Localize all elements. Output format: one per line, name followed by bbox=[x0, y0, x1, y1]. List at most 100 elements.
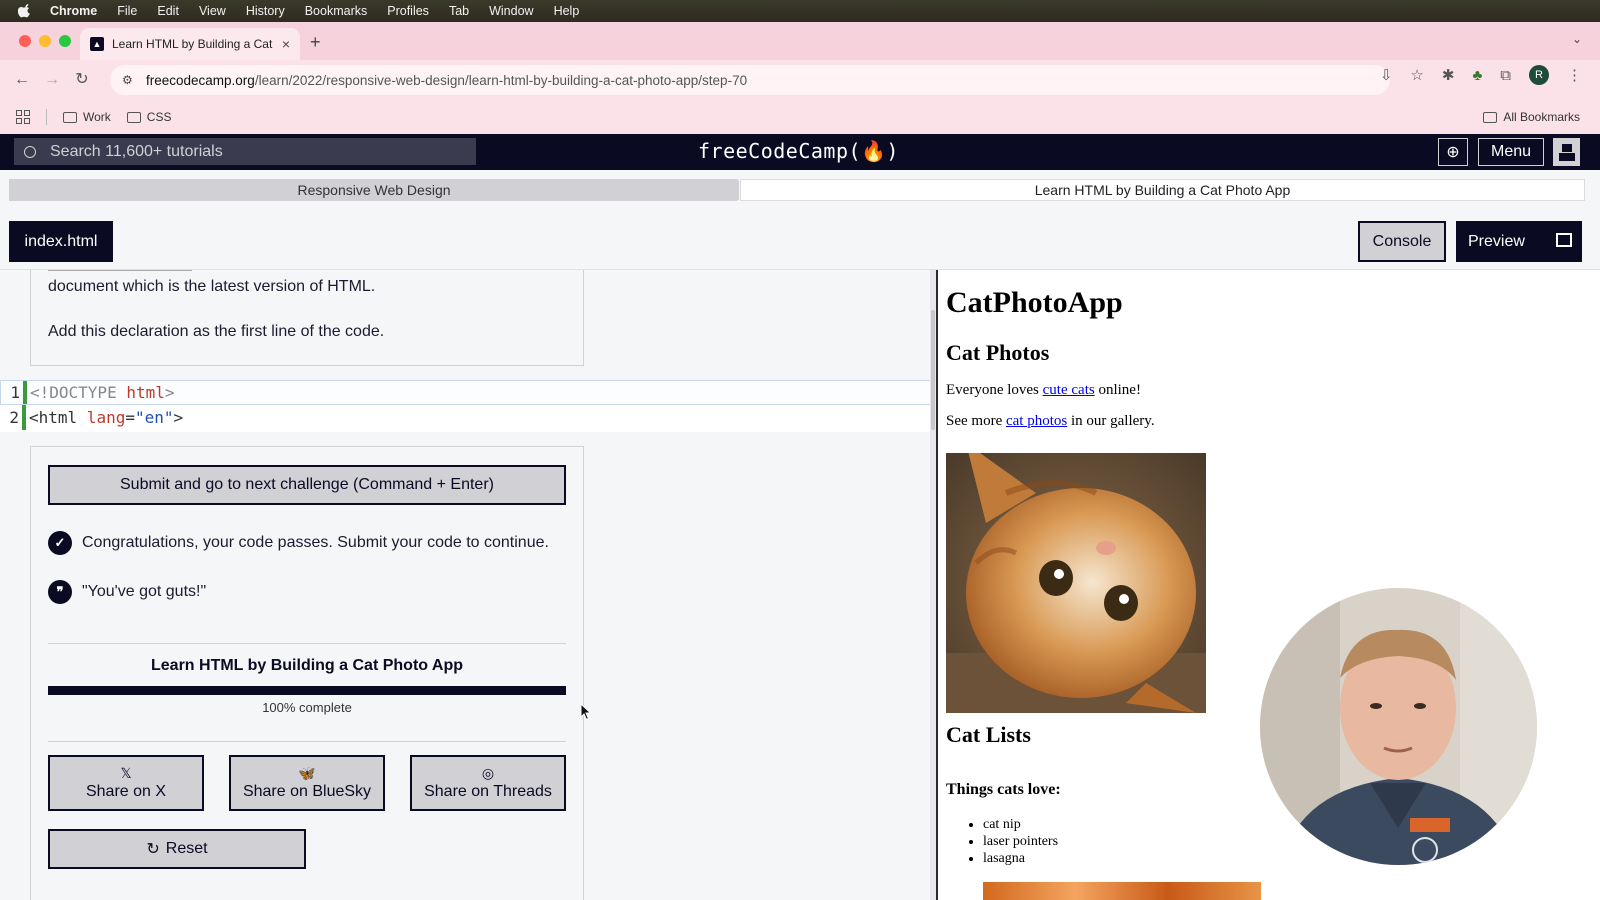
bookmark-folder-work[interactable]: Work bbox=[63, 110, 111, 124]
webcam-overlay bbox=[1260, 588, 1537, 865]
link-cute-cats[interactable]: cute cats bbox=[1043, 382, 1095, 398]
reset-label: Reset bbox=[165, 840, 208, 857]
fcc-logo[interactable]: freeCodeCamp(🔥) bbox=[698, 139, 899, 163]
reload-icon[interactable]: ↻ bbox=[74, 72, 90, 88]
menu-view[interactable]: View bbox=[199, 4, 226, 18]
kebab-menu-icon[interactable]: ⋮ bbox=[1567, 66, 1582, 84]
extensions-puzzle-icon[interactable]: ⧉ bbox=[1500, 67, 1511, 84]
menu-chrome[interactable]: Chrome bbox=[50, 4, 97, 18]
menu-profiles[interactable]: Profiles bbox=[387, 4, 429, 18]
cat-photo-image bbox=[946, 453, 1206, 713]
code-token: <html bbox=[29, 408, 78, 427]
mouse-cursor-icon bbox=[580, 703, 592, 721]
instructions-box: document which is the latest version of … bbox=[30, 270, 584, 366]
url-host: freecodecamp.org bbox=[146, 72, 255, 88]
menu-history[interactable]: History bbox=[246, 4, 285, 18]
minimize-window-button[interactable] bbox=[39, 35, 51, 47]
profile-avatar[interactable]: R bbox=[1529, 65, 1549, 85]
progress-title: Learn HTML by Building a Cat Photo App bbox=[151, 657, 463, 674]
code-editor[interactable]: 1 <!DOCTYPE html > 2 <html lang = "en" > bbox=[0, 380, 936, 432]
folder-icon bbox=[63, 111, 77, 123]
breadcrumb: Responsive Web Design Learn HTML by Buil… bbox=[0, 170, 1600, 212]
code-token: = bbox=[125, 408, 135, 427]
divider bbox=[48, 741, 566, 742]
list-item: cat nip bbox=[983, 816, 1058, 833]
share-threads-button[interactable]: ◎ Share on Threads bbox=[410, 755, 566, 811]
gutter-marker bbox=[22, 405, 26, 430]
maximize-window-button[interactable] bbox=[59, 35, 71, 47]
address-bar[interactable]: ⚙ freecodecamp.org/learn/2022/responsive… bbox=[110, 65, 1390, 95]
fcc-navbar: Search 11,600+ tutorials freeCodeCamp(🔥)… bbox=[0, 134, 1600, 170]
browser-tab-active[interactable]: ▲ Learn HTML by Building a Cat × bbox=[80, 28, 300, 60]
back-arrow-icon[interactable]: ← bbox=[14, 72, 30, 88]
action-panel: Submit and go to next challenge (Command… bbox=[30, 446, 584, 900]
cat-photo[interactable] bbox=[946, 453, 1206, 713]
link-cat-photos[interactable]: cat photos bbox=[1006, 413, 1067, 429]
popout-icon[interactable] bbox=[1556, 233, 1572, 247]
search-input[interactable]: Search 11,600+ tutorials bbox=[14, 138, 476, 165]
apple-icon[interactable] bbox=[18, 4, 32, 18]
bookmark-star-icon[interactable]: ☆ bbox=[1410, 66, 1423, 84]
tab-search-chevron-icon[interactable]: ⌄ bbox=[1572, 32, 1582, 46]
share-label: Share on BlueSky bbox=[242, 783, 372, 800]
file-tab-index-html[interactable]: index.html bbox=[9, 221, 113, 262]
forward-arrow-icon[interactable]: → bbox=[44, 72, 60, 88]
menu-window[interactable]: Window bbox=[489, 4, 533, 18]
url-path: /learn/2022/responsive-web-design/learn-… bbox=[254, 72, 748, 88]
breadcrumb-superblock[interactable]: Responsive Web Design bbox=[9, 179, 739, 201]
close-window-button[interactable] bbox=[19, 35, 31, 47]
globe-icon: ⊕ bbox=[1446, 144, 1460, 161]
share-bluesky-button[interactable]: 🦋 Share on BlueSky bbox=[229, 755, 385, 811]
fcc-favicon-icon: ▲ bbox=[90, 37, 104, 51]
site-settings-icon[interactable]: ⚙ bbox=[122, 73, 136, 87]
extension-tree-icon[interactable]: ♣ bbox=[1472, 67, 1482, 84]
text-span: Everyone loves bbox=[946, 382, 1043, 398]
apps-grid-icon[interactable] bbox=[16, 110, 30, 124]
scrollbar-thumb[interactable] bbox=[931, 310, 935, 430]
breadcrumb-block[interactable]: Learn HTML by Building a Cat Photo App bbox=[740, 179, 1585, 201]
reset-button[interactable]: ↻ Reset bbox=[48, 829, 306, 869]
text-span: in our gallery. bbox=[1067, 413, 1155, 429]
editor-header: index.html Console Preview bbox=[0, 212, 1600, 270]
console-button[interactable]: Console bbox=[1358, 221, 1446, 262]
menu-edit[interactable]: Edit bbox=[157, 4, 179, 18]
threads-icon: ◎ bbox=[481, 765, 495, 781]
submit-button[interactable]: Submit and go to next challenge (Command… bbox=[48, 465, 566, 505]
url-text: freecodecamp.org/learn/2022/responsive-w… bbox=[146, 73, 747, 88]
language-globe-button[interactable]: ⊕ bbox=[1438, 138, 1468, 166]
code-line[interactable]: 1 <!DOCTYPE html > bbox=[0, 380, 932, 405]
code-token: <!DOCTYPE bbox=[30, 383, 117, 402]
bookmarks-divider bbox=[46, 109, 47, 125]
window-controls bbox=[19, 35, 71, 47]
quote-message: ❞ "You've got guts!" bbox=[48, 580, 206, 604]
x-logo-icon: 𝕏 bbox=[120, 765, 132, 781]
menu-tab[interactable]: Tab bbox=[449, 4, 469, 18]
preview-heading-lists: Cat Lists bbox=[946, 722, 1031, 747]
share-x-button[interactable]: 𝕏 Share on X bbox=[48, 755, 204, 811]
line-number: 2 bbox=[9, 408, 19, 427]
macos-menubar: Chrome File Edit View History Bookmarks … bbox=[0, 0, 1600, 22]
user-avatar[interactable] bbox=[1553, 138, 1580, 166]
instructions-line-2: Add this declaration as the first line o… bbox=[48, 323, 385, 340]
extension-bug-icon[interactable]: ✱ bbox=[1442, 66, 1455, 84]
menu-file[interactable]: File bbox=[117, 4, 137, 18]
new-tab-icon[interactable]: + bbox=[310, 32, 321, 53]
tab-title: Learn HTML by Building a Cat bbox=[112, 37, 273, 51]
quote-icon: ❞ bbox=[48, 580, 72, 604]
bookmark-folder-css[interactable]: CSS bbox=[126, 110, 171, 124]
list-item: lasagna bbox=[983, 850, 1058, 867]
code-token: lang bbox=[77, 408, 126, 427]
pane-splitter[interactable] bbox=[930, 270, 936, 900]
menu-button[interactable]: Menu bbox=[1478, 138, 1544, 166]
menu-bookmarks[interactable]: Bookmarks bbox=[305, 4, 368, 18]
bookmark-label: Work bbox=[83, 110, 111, 124]
close-tab-icon[interactable]: × bbox=[282, 36, 290, 52]
all-bookmarks[interactable]: All Bookmarks bbox=[1483, 110, 1580, 124]
install-app-icon[interactable]: ⇩ bbox=[1380, 66, 1393, 84]
menu-help[interactable]: Help bbox=[554, 4, 580, 18]
code-line[interactable]: 2 <html lang = "en" > bbox=[0, 405, 932, 430]
preview-button[interactable]: Preview bbox=[1456, 221, 1582, 262]
line-number: 1 bbox=[10, 383, 20, 402]
instructions-line-1: document which is the latest version of … bbox=[48, 278, 376, 295]
check-circle-icon: ✓ bbox=[48, 531, 72, 555]
